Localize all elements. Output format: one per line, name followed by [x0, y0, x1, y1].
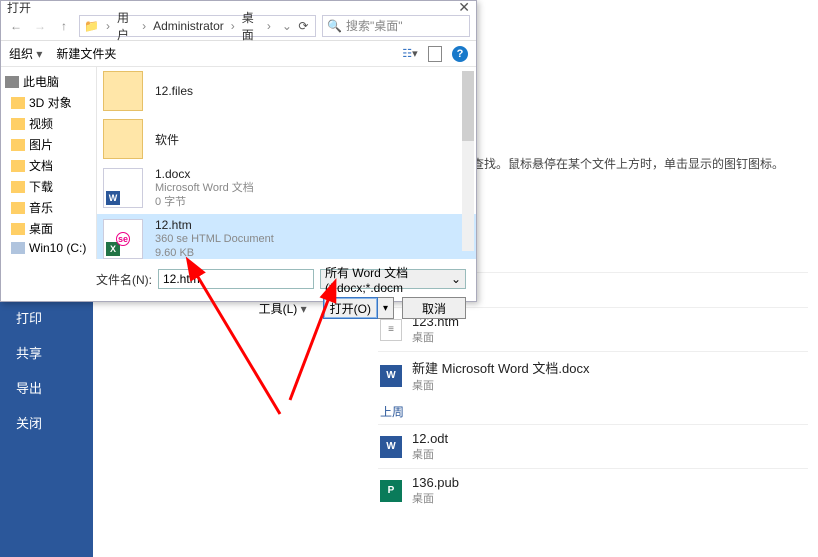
- forward-button[interactable]: →: [31, 17, 49, 35]
- breadcrumb[interactable]: 📁 › 用户 › Administrator › 桌面 › ⌄ ⟳: [79, 15, 316, 37]
- tree-item[interactable]: 音乐: [1, 197, 96, 218]
- file-name: 12.htm: [155, 218, 274, 232]
- folder-icon: [11, 160, 25, 172]
- se-badge-icon: se: [116, 232, 130, 246]
- open-button[interactable]: 打开(O): [323, 297, 378, 319]
- recent-loc: 桌面: [412, 329, 459, 345]
- folder-icon: [11, 118, 25, 130]
- tree-label: 下载: [29, 178, 53, 195]
- excel-icon: se: [103, 219, 143, 259]
- tree-label: 3D 对象: [29, 94, 72, 111]
- file-meta: 9.60 KB: [155, 246, 274, 259]
- preview-pane-icon[interactable]: [428, 46, 442, 62]
- folder-icon: [103, 71, 143, 111]
- file-list: 12.files 软件 1.docxMicrosoft Word 文档0 字节 se 1…: [97, 67, 476, 259]
- file-meta: 360 se HTML Document: [155, 232, 274, 246]
- tree-label: 此电脑: [23, 73, 59, 90]
- file-row[interactable]: 1.docxMicrosoft Word 文档0 字节: [97, 163, 476, 214]
- tree-item[interactable]: 视频: [1, 113, 96, 134]
- rail-share[interactable]: 共享: [0, 335, 93, 370]
- file-row[interactable]: se 12.htm360 se HTML Document9.60 KB: [97, 214, 476, 259]
- dropdown-caret-icon[interactable]: ⌄: [282, 19, 292, 33]
- tools-menu[interactable]: 工具(L): [259, 300, 307, 317]
- recent-item[interactable]: W 新建 Microsoft Word 文档.docx 桌面: [378, 351, 808, 399]
- pc-icon: [5, 76, 19, 88]
- tree-item[interactable]: 文档: [1, 155, 96, 176]
- file-meta: Microsoft Word 文档: [155, 181, 254, 195]
- publisher-icon: P: [380, 480, 402, 502]
- crumb[interactable]: Administrator: [153, 19, 224, 33]
- tree-item[interactable]: Win10 (C:): [1, 239, 96, 257]
- word-icon: W: [380, 365, 402, 387]
- filename-input[interactable]: [158, 269, 314, 289]
- tree-label: 桌面: [29, 220, 53, 237]
- search-input[interactable]: 🔍 搜索"桌面": [322, 15, 470, 37]
- recent-name: 新建 Microsoft Word 文档.docx: [412, 358, 589, 377]
- back-button[interactable]: ←: [7, 17, 25, 35]
- tree-label: 视频: [29, 115, 53, 132]
- search-placeholder: 搜索"桌面": [346, 17, 403, 34]
- folder-icon: [11, 97, 25, 109]
- word-icon: [103, 168, 143, 208]
- rail-close[interactable]: 关闭: [0, 405, 93, 440]
- folder-icon: [103, 119, 143, 159]
- tree-label: 图片: [29, 136, 53, 153]
- up-button[interactable]: ↑: [55, 17, 73, 35]
- cancel-button[interactable]: 取消: [402, 297, 466, 319]
- chevron-down-icon: ⌄: [451, 272, 461, 286]
- folder-icon: [11, 139, 25, 151]
- recent-item[interactable]: W 12.odt 桌面: [378, 424, 808, 468]
- tree-label: Win10 (C:): [29, 241, 86, 255]
- help-icon[interactable]: ?: [452, 46, 468, 62]
- open-split-caret[interactable]: ▾: [378, 297, 394, 319]
- open-dialog: 打开 ✕ ← → ↑ 📁 › 用户 › Administrator › 桌面 ›…: [0, 0, 477, 302]
- dialog-toolbar: 组织 新建文件夹 ☷ ?: [1, 41, 476, 67]
- file-filter-dropdown[interactable]: 所有 Word 文档(*.docx;*.docm ⌄: [320, 269, 466, 289]
- tree-label: 音乐: [29, 199, 53, 216]
- filename-label: 文件名(N):: [96, 271, 152, 288]
- hint-text: 查找。鼠标悬停在某个文件上方时，单击显示的图钉图标。: [472, 155, 808, 172]
- recent-loc: 桌面: [412, 446, 448, 462]
- tree-item[interactable]: 桌面: [1, 218, 96, 239]
- dialog-title: 打开: [7, 0, 31, 16]
- word-icon: W: [380, 436, 402, 458]
- crumb[interactable]: 用户: [117, 9, 135, 43]
- file-row[interactable]: 软件: [97, 115, 476, 163]
- nav-tree: 此电脑 3D 对象视频图片文档下载音乐桌面 Win10 (C:): [1, 67, 97, 259]
- rail-export[interactable]: 导出: [0, 370, 93, 405]
- recent-name: 12.odt: [412, 431, 448, 446]
- file-row[interactable]: 12.files: [97, 67, 476, 115]
- recent-loc: 桌面: [412, 490, 459, 506]
- scrollbar[interactable]: [462, 71, 474, 251]
- recent-loc: 桌面: [412, 377, 589, 393]
- crumb[interactable]: 桌面: [242, 9, 260, 43]
- folder-icon: [11, 181, 25, 193]
- folder-icon: 📁: [84, 19, 99, 33]
- address-row: ← → ↑ 📁 › 用户 › Administrator › 桌面 › ⌄ ⟳ …: [1, 11, 476, 41]
- recent-name: 136.pub: [412, 475, 459, 490]
- view-menu-icon[interactable]: ☷: [402, 46, 418, 62]
- tree-item[interactable]: 此电脑: [1, 71, 96, 92]
- recent-section: 上周: [378, 399, 808, 424]
- recent-item[interactable]: P 136.pub 桌面: [378, 468, 808, 512]
- search-icon: 🔍: [327, 19, 342, 33]
- file-name: 1.docx: [155, 167, 254, 181]
- filter-text: 所有 Word 文档(*.docx;*.docm: [325, 264, 451, 295]
- newfolder-button[interactable]: 新建文件夹: [56, 45, 116, 62]
- folder-icon: [11, 202, 25, 214]
- close-icon[interactable]: ✕: [458, 0, 470, 16]
- tree-item[interactable]: 3D 对象: [1, 92, 96, 113]
- tree-item[interactable]: 图片: [1, 134, 96, 155]
- refresh-icon[interactable]: ⟳: [296, 19, 311, 33]
- file-name: 12.files: [155, 84, 193, 98]
- tree-label: 文档: [29, 157, 53, 174]
- drive-icon: [11, 242, 25, 254]
- folder-icon: [11, 223, 25, 235]
- organize-menu[interactable]: 组织: [9, 45, 42, 62]
- tree-item[interactable]: 下载: [1, 176, 96, 197]
- file-name: 软件: [155, 131, 179, 148]
- file-meta: 0 字节: [155, 195, 254, 209]
